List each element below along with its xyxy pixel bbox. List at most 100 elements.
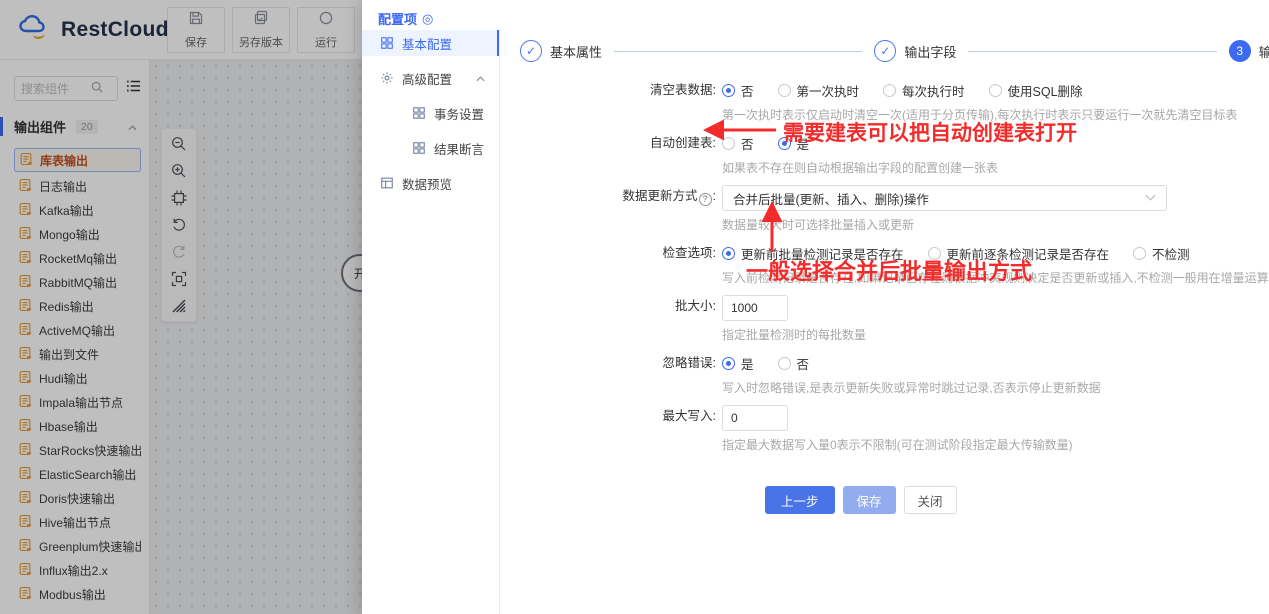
check-option-option[interactable]: 不检测 [1133, 244, 1190, 263]
form-row-clear-table-data: 清空表数据: 否 第一次执时 每次执行时 使用SQL删除 第一次执时表示仅启动时清空一次(… [514, 79, 1269, 123]
radio-option-label: 否 [741, 84, 754, 99]
clear-table-data-options: 否 第一次执时 每次执行时 使用SQL删除 [722, 79, 1269, 101]
radio-checked-icon[interactable] [777, 136, 791, 150]
config-nav-label: 高级配置 [402, 72, 453, 87]
step-check-icon: ✓ [874, 40, 897, 62]
radio-unchecked-icon[interactable] [722, 136, 735, 150]
field-label-text: 批大小: [675, 299, 716, 313]
ignore-error-option[interactable]: 是 [722, 354, 754, 373]
step-label: 基本属性 [550, 44, 603, 60]
radio-option-label: 第一次执时 [796, 84, 860, 99]
field-body-auto-create-table: 否是如果表不存在则自动根据输出字段的配置创建一张表 [722, 132, 1269, 176]
config-nav-label: 数据预览 [402, 177, 453, 192]
clear-table-data-option[interactable]: 第一次执时 [777, 81, 860, 100]
form-row-check-option: 检查选项: 更新前批量检测记录是否存在 更新前逐条检测记录是否存在 不检测写入前检测记… [514, 242, 1269, 286]
radio-option-label: 不检测 [1152, 247, 1190, 262]
field-label-auto-create-table: 自动创建表: [514, 132, 722, 176]
wizard-steps: ✓ 基本属性 ✓ 输出字段 3 输出选项 [520, 40, 1269, 62]
field-label-check-option: 检查选项: [514, 242, 722, 286]
radio-option-label: 更新前逐条检测记录是否存在 [946, 247, 1110, 262]
save-button[interactable]: 保存 [842, 486, 896, 514]
form-row-batch-size: 批大小: 指定批量检测时的每批数量 [514, 295, 1269, 343]
wizard-step-2[interactable]: ✓ 输出字段 [874, 40, 956, 62]
radio-unchecked-icon[interactable] [927, 246, 941, 260]
config-nav-1[interactable]: 基本配置 [362, 30, 499, 56]
wizard-step-1[interactable]: ✓ 基本属性 [520, 40, 602, 62]
field-label-ignore-error: 忽略错误: [514, 352, 722, 396]
chevron-down-icon [1145, 192, 1156, 204]
close-button[interactable]: 关闭 [903, 486, 957, 514]
prev-step-button[interactable]: 上一步 [765, 486, 835, 514]
form-row-data-update-mode: 数据更新方式?: 合并后批量(更新、插入、删除)操作数据量较大时可选择批量插入或更… [514, 185, 1269, 233]
auto-create-table-option[interactable]: 否 [722, 134, 754, 153]
form-row-max-write: 最大写入: 指定最大数据写入量0表示不限制(可在测试阶段指定最大传输数量) [514, 405, 1269, 453]
radio-option-label: 使用SQL删除 [1007, 84, 1083, 99]
radio-unchecked-icon[interactable] [883, 83, 897, 97]
field-label-clear-table-data: 清空表数据: [514, 79, 722, 123]
batch-size-input[interactable] [722, 295, 788, 321]
radio-unchecked-icon[interactable] [777, 83, 791, 97]
radio-option-label: 更新前批量检测记录是否存在 [741, 247, 904, 262]
field-help-text: 如果表不存在则自动根据输出字段的配置创建一张表 [722, 161, 999, 175]
field-label-text: 最大写入: [662, 409, 716, 423]
radio-option-label: 否 [796, 357, 810, 372]
config-main: ✓ 基本属性 ✓ 输出字段 3 输出选项 清空表数据: 否 第一次执时 每次执行时 使用SQL删除… [500, 28, 1269, 614]
field-label-text: 自动创建表: [650, 136, 716, 150]
form-footer: 上一步 保存 关闭 [765, 486, 957, 514]
step-connector [968, 50, 1217, 52]
drawer-mask[interactable] [0, 0, 362, 614]
wizard-step-3[interactable]: 3 输出选项 [1228, 40, 1269, 62]
step-label: 输出字段 [904, 44, 957, 60]
radio-unchecked-icon[interactable] [988, 83, 1002, 97]
table-icon [380, 176, 394, 190]
ignore-error-option[interactable]: 否 [777, 354, 810, 373]
ignore-error-options: 是否 [722, 352, 1269, 374]
field-help-text: 写入前检测记录是否存在,如果记录已存在则根据冲突规则决定是否更新或插入,不检测一… [722, 271, 1269, 285]
radio-unchecked-icon[interactable] [777, 356, 791, 370]
clear-table-data-option[interactable]: 每次执行时 [883, 81, 965, 100]
field-body-clear-table-data: 否 第一次执时 每次执行时 使用SQL删除 第一次执时表示仅启动时清空一次(适用于分页传… [722, 79, 1269, 123]
step-label: 输出选项 [1258, 44, 1269, 60]
auto-create-table-options: 否是 [722, 132, 1269, 154]
data-update-mode-select[interactable]: 合并后批量(更新、插入、删除)操作 [722, 185, 1167, 211]
radio-option-label: 每次执行时 [902, 84, 965, 99]
step-number: 3 [1228, 40, 1251, 62]
form-row-ignore-error: 忽略错误: 是否写入时忽略错误,是表示更新失败或异常时跳过记录,否表示停止更新数据 [514, 352, 1269, 396]
form-row-auto-create-table: 自动创建表: 否是如果表不存在则自动根据输出字段的配置创建一张表 [514, 132, 1269, 176]
check-option-options: 更新前批量检测记录是否存在 更新前逐条检测记录是否存在 不检测 [722, 242, 1269, 264]
chevron-up-icon[interactable] [476, 71, 485, 85]
clear-table-data-option[interactable]: 使用SQL删除 [988, 81, 1083, 100]
field-help-text: 数据量较大时可选择批量插入或更新 [722, 218, 915, 232]
check-option-option[interactable]: 更新前逐条检测记录是否存在 [927, 244, 1110, 263]
config-nav: 基本配置高级配置事务设置结果断言数据预览 [362, 28, 500, 614]
output-options-form: 清空表数据: 否 第一次执时 每次执行时 使用SQL删除 第一次执时表示仅启动时清空一次(… [514, 79, 1269, 453]
radio-checked-icon[interactable] [722, 246, 735, 260]
config-nav-3[interactable]: 事务设置 [362, 100, 499, 126]
field-label-text: 清空表数据: [650, 83, 716, 97]
step-check-icon: ✓ [520, 40, 542, 62]
config-nav-5[interactable]: 数据预览 [362, 170, 499, 196]
check-option-option[interactable]: 更新前批量检测记录是否存在 [722, 244, 904, 263]
grid-icon [412, 106, 426, 120]
field-label-data-update-mode: 数据更新方式?: [514, 185, 722, 233]
config-nav-2[interactable]: 高级配置 [362, 65, 499, 91]
clear-table-data-option[interactable]: 否 [722, 81, 754, 100]
radio-checked-icon[interactable] [722, 356, 735, 370]
field-label-text: 忽略错误: [662, 356, 716, 370]
gear-icon [380, 71, 394, 85]
max-write-input[interactable] [722, 405, 788, 431]
select-value: 合并后批量(更新、插入、删除)操作 [733, 192, 929, 207]
step-connector [614, 50, 863, 52]
config-nav-4[interactable]: 结果断言 [362, 135, 499, 161]
radio-checked-icon[interactable] [722, 83, 735, 97]
radio-unchecked-icon[interactable] [1133, 246, 1147, 260]
field-body-check-option: 更新前批量检测记录是否存在 更新前逐条检测记录是否存在 不检测写入前检测记录是否存在… [722, 242, 1269, 286]
question-circle-icon[interactable]: ? [698, 192, 712, 206]
auto-create-table-option[interactable]: 是 [777, 134, 809, 153]
field-label-text: 数据更新方式 [622, 189, 698, 203]
target-icon[interactable]: ◎ [422, 12, 433, 25]
field-label-colon: : [712, 189, 716, 203]
field-help-text: 指定最大数据写入量0表示不限制(可在测试阶段指定最大传输数量) [722, 438, 1073, 452]
radio-option-label: 是 [741, 357, 754, 372]
field-body-max-write: 指定最大数据写入量0表示不限制(可在测试阶段指定最大传输数量) [722, 405, 1269, 453]
